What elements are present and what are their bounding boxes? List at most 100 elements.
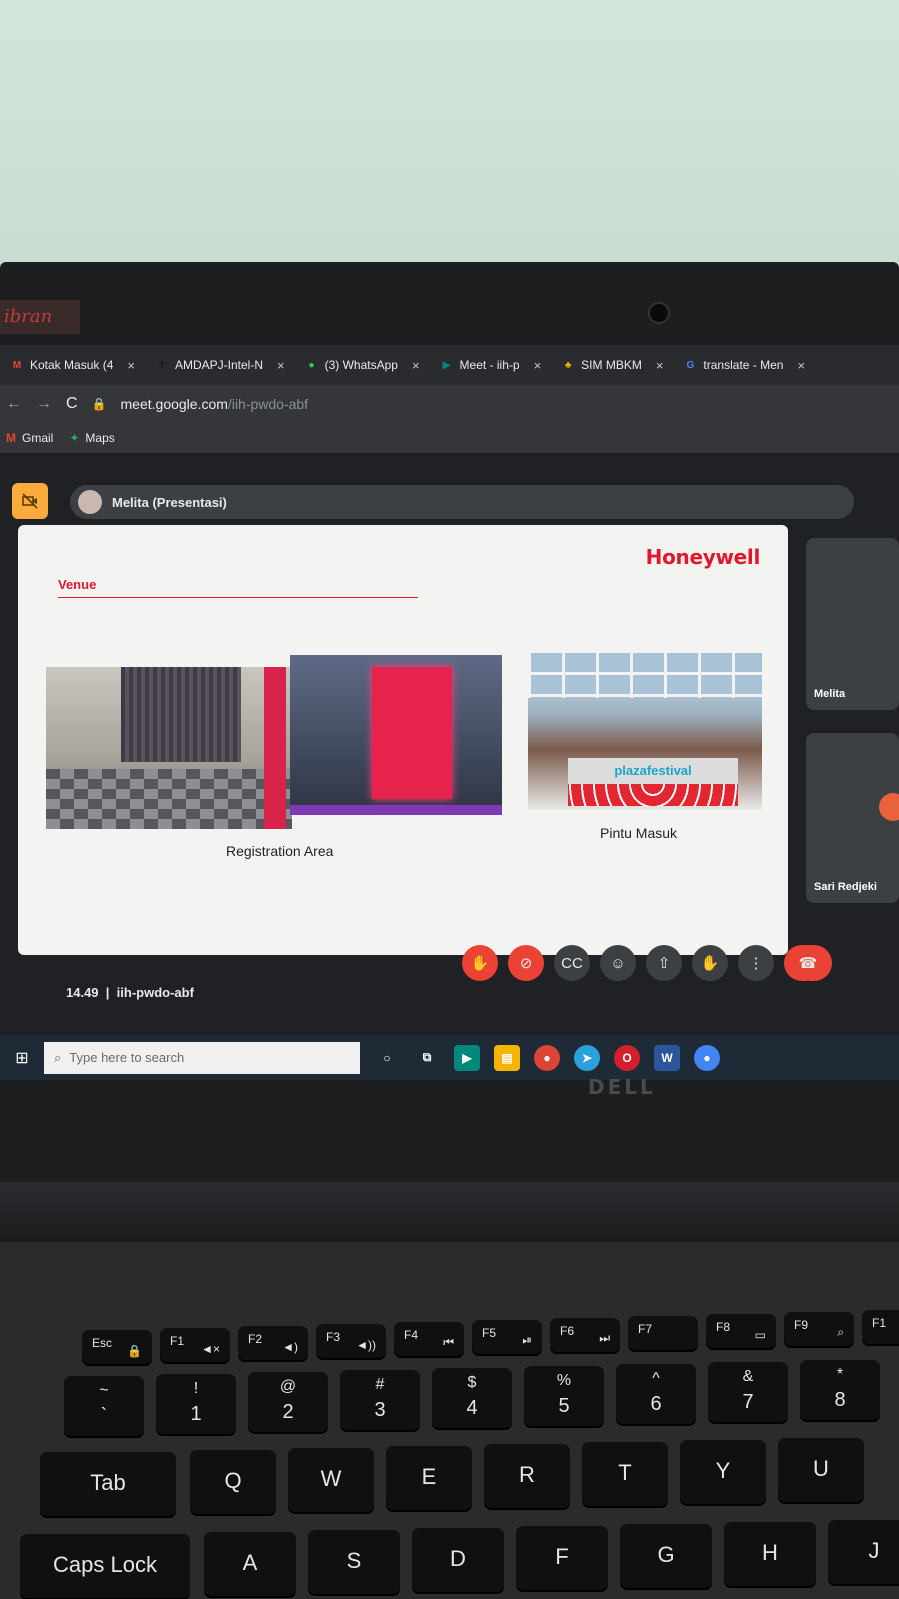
key-label: H xyxy=(762,1540,778,1565)
number-key[interactable]: * 8 xyxy=(800,1360,880,1420)
opera-icon[interactable]: O xyxy=(614,1044,640,1071)
windows-start-icon[interactable]: ⊞ xyxy=(0,1048,44,1068)
url-field[interactable]: meet.google.com/iih-pwdo-abf xyxy=(121,396,309,412)
function-key[interactable]: Esc 🔒 xyxy=(82,1330,152,1364)
captions-button[interactable]: CC xyxy=(554,945,590,981)
present-button[interactable]: ⇧ xyxy=(646,945,682,981)
key-label: Y xyxy=(715,1458,731,1483)
taskbar-search-input[interactable]: ⌕ Type here to search xyxy=(44,1041,360,1074)
close-icon[interactable]: × xyxy=(277,358,285,373)
laptop-sticker: ibran xyxy=(0,300,80,334)
letter-key[interactable]: T xyxy=(582,1442,668,1506)
whatsapp-icon: ● xyxy=(308,359,315,371)
number-key[interactable]: #3 xyxy=(340,1370,420,1430)
letter-key[interactable]: G xyxy=(620,1524,712,1588)
floor-pattern xyxy=(46,769,292,829)
letter-key[interactable]: Q xyxy=(190,1450,276,1514)
key-shift-label: & xyxy=(742,1368,754,1385)
forward-icon[interactable]: → xyxy=(36,395,52,413)
browser-tab[interactable]: ● (3) WhatsApp × xyxy=(295,345,430,385)
key-label: G xyxy=(657,1542,675,1567)
task-view-icon[interactable]: ⧉ xyxy=(414,1045,440,1071)
dell-logo: DELL xyxy=(588,1075,656,1099)
reload-icon[interactable]: C xyxy=(66,395,78,413)
more-options-button[interactable]: ⋮ xyxy=(738,945,774,981)
key-symbol: ⏮ xyxy=(443,1335,454,1349)
browser-tab[interactable]: ✝ AMDAPJ-Intel-N × xyxy=(145,345,295,385)
letter-key[interactable]: Y xyxy=(680,1440,766,1504)
close-icon[interactable]: × xyxy=(412,358,420,373)
lock-icon[interactable]: 🔒 xyxy=(92,397,107,411)
function-key[interactable]: F4 ⏮ xyxy=(394,1322,464,1356)
chrome-icon[interactable]: ● xyxy=(694,1044,720,1071)
letter-key[interactable]: Caps Lock xyxy=(20,1534,190,1598)
function-key[interactable]: F5 ⏯ xyxy=(472,1320,542,1354)
emoji-button[interactable]: ☺ xyxy=(600,945,636,981)
end-call-button[interactable]: ☎ xyxy=(784,945,832,981)
meet-app-icon[interactable]: ▶ xyxy=(454,1044,480,1071)
letter-key[interactable]: S xyxy=(308,1530,400,1594)
number-key[interactable]: $4 xyxy=(432,1368,512,1428)
function-key[interactable]: F3 ◄)) xyxy=(316,1324,386,1358)
back-icon[interactable]: ← xyxy=(6,395,22,413)
file-explorer-icon[interactable]: ▤ xyxy=(494,1044,520,1071)
letter-key[interactable]: Tab xyxy=(40,1452,176,1516)
browser-tab[interactable]: ▶ Meet - iih-p × xyxy=(430,345,552,385)
webcam-icon xyxy=(648,302,670,324)
telegram-icon[interactable]: ➤ xyxy=(574,1044,600,1071)
browser-tab[interactable]: M Kotak Masuk (4 × xyxy=(0,345,145,385)
function-key[interactable]: F8 ▭ xyxy=(706,1314,776,1348)
bookmark-maps[interactable]: ✦ Maps xyxy=(69,431,114,445)
key-label: F8 xyxy=(716,1320,731,1334)
letter-key[interactable]: R xyxy=(484,1444,570,1508)
function-key[interactable]: F1 ◄× xyxy=(160,1328,230,1362)
letter-key[interactable]: D xyxy=(412,1528,504,1592)
mic-off-button[interactable]: ✋ xyxy=(462,945,498,981)
end-call-icon: ☎ xyxy=(798,955,818,972)
clock-time: 14.49 xyxy=(66,985,99,1000)
function-key[interactable]: F9 ⌕ xyxy=(784,1312,854,1346)
avatar xyxy=(879,793,899,821)
participant-tile[interactable]: Sari Redjeki xyxy=(806,733,899,903)
key-label: F2 xyxy=(248,1332,263,1346)
function-key[interactable]: F2 ◄) xyxy=(238,1326,308,1360)
close-icon[interactable]: × xyxy=(656,358,664,373)
number-key[interactable]: % 5 xyxy=(524,1366,604,1426)
camera-off-badge[interactable] xyxy=(12,483,48,519)
letter-key[interactable]: W xyxy=(288,1448,374,1512)
letter-key[interactable]: H xyxy=(724,1522,816,1586)
letter-key[interactable]: E xyxy=(386,1446,472,1510)
browser-tab[interactable]: Gtranslate - Men × xyxy=(673,345,815,385)
laptop-screen: M Kotak Masuk (4 × ✝ AMDAPJ-Intel-N × ● (3) Wha… xyxy=(0,345,899,1080)
number-key[interactable]: & 7 xyxy=(708,1362,788,1422)
number-key[interactable]: ^ 6 xyxy=(616,1364,696,1424)
bookmark-gmail[interactable]: M Gmail xyxy=(6,431,53,445)
chrome-icon[interactable]: ● xyxy=(534,1044,560,1071)
key-shift-label: $ xyxy=(467,1374,477,1391)
function-key[interactable]: F1 xyxy=(862,1310,899,1344)
number-key[interactable]: ! 1 xyxy=(156,1374,236,1434)
participant-tile[interactable]: Melita xyxy=(806,538,899,710)
number-key[interactable]: @2 xyxy=(248,1372,328,1432)
registration-photo-1 xyxy=(46,667,292,829)
raise-hand-button[interactable]: ✋ xyxy=(692,945,728,981)
letter-key[interactable]: A xyxy=(204,1532,296,1596)
close-icon[interactable]: × xyxy=(127,358,135,373)
avatar xyxy=(78,490,102,514)
close-icon[interactable]: × xyxy=(797,358,805,373)
bookmarks-bar: M Gmail ✦ Maps xyxy=(0,423,899,453)
browser-tab[interactable]: ♣ SIM MBKM × xyxy=(551,345,673,385)
function-key[interactable]: F7 xyxy=(628,1316,698,1350)
camera-off-button[interactable]: ⊘ xyxy=(508,945,544,981)
number-key[interactable]: ~ ` xyxy=(64,1376,144,1436)
letter-key[interactable]: F xyxy=(516,1526,608,1590)
letter-key[interactable]: U xyxy=(778,1438,864,1502)
word-icon[interactable]: W xyxy=(654,1044,680,1071)
close-icon[interactable]: × xyxy=(534,358,542,373)
letter-key[interactable]: J xyxy=(828,1520,899,1584)
amdapj-icon: ✝ xyxy=(157,359,167,371)
key-symbol: ⌕ xyxy=(837,1325,844,1339)
function-key[interactable]: F6 ⏭ xyxy=(550,1318,620,1352)
cortana-icon[interactable]: ○ xyxy=(374,1045,400,1071)
key-label: Esc xyxy=(92,1336,113,1350)
